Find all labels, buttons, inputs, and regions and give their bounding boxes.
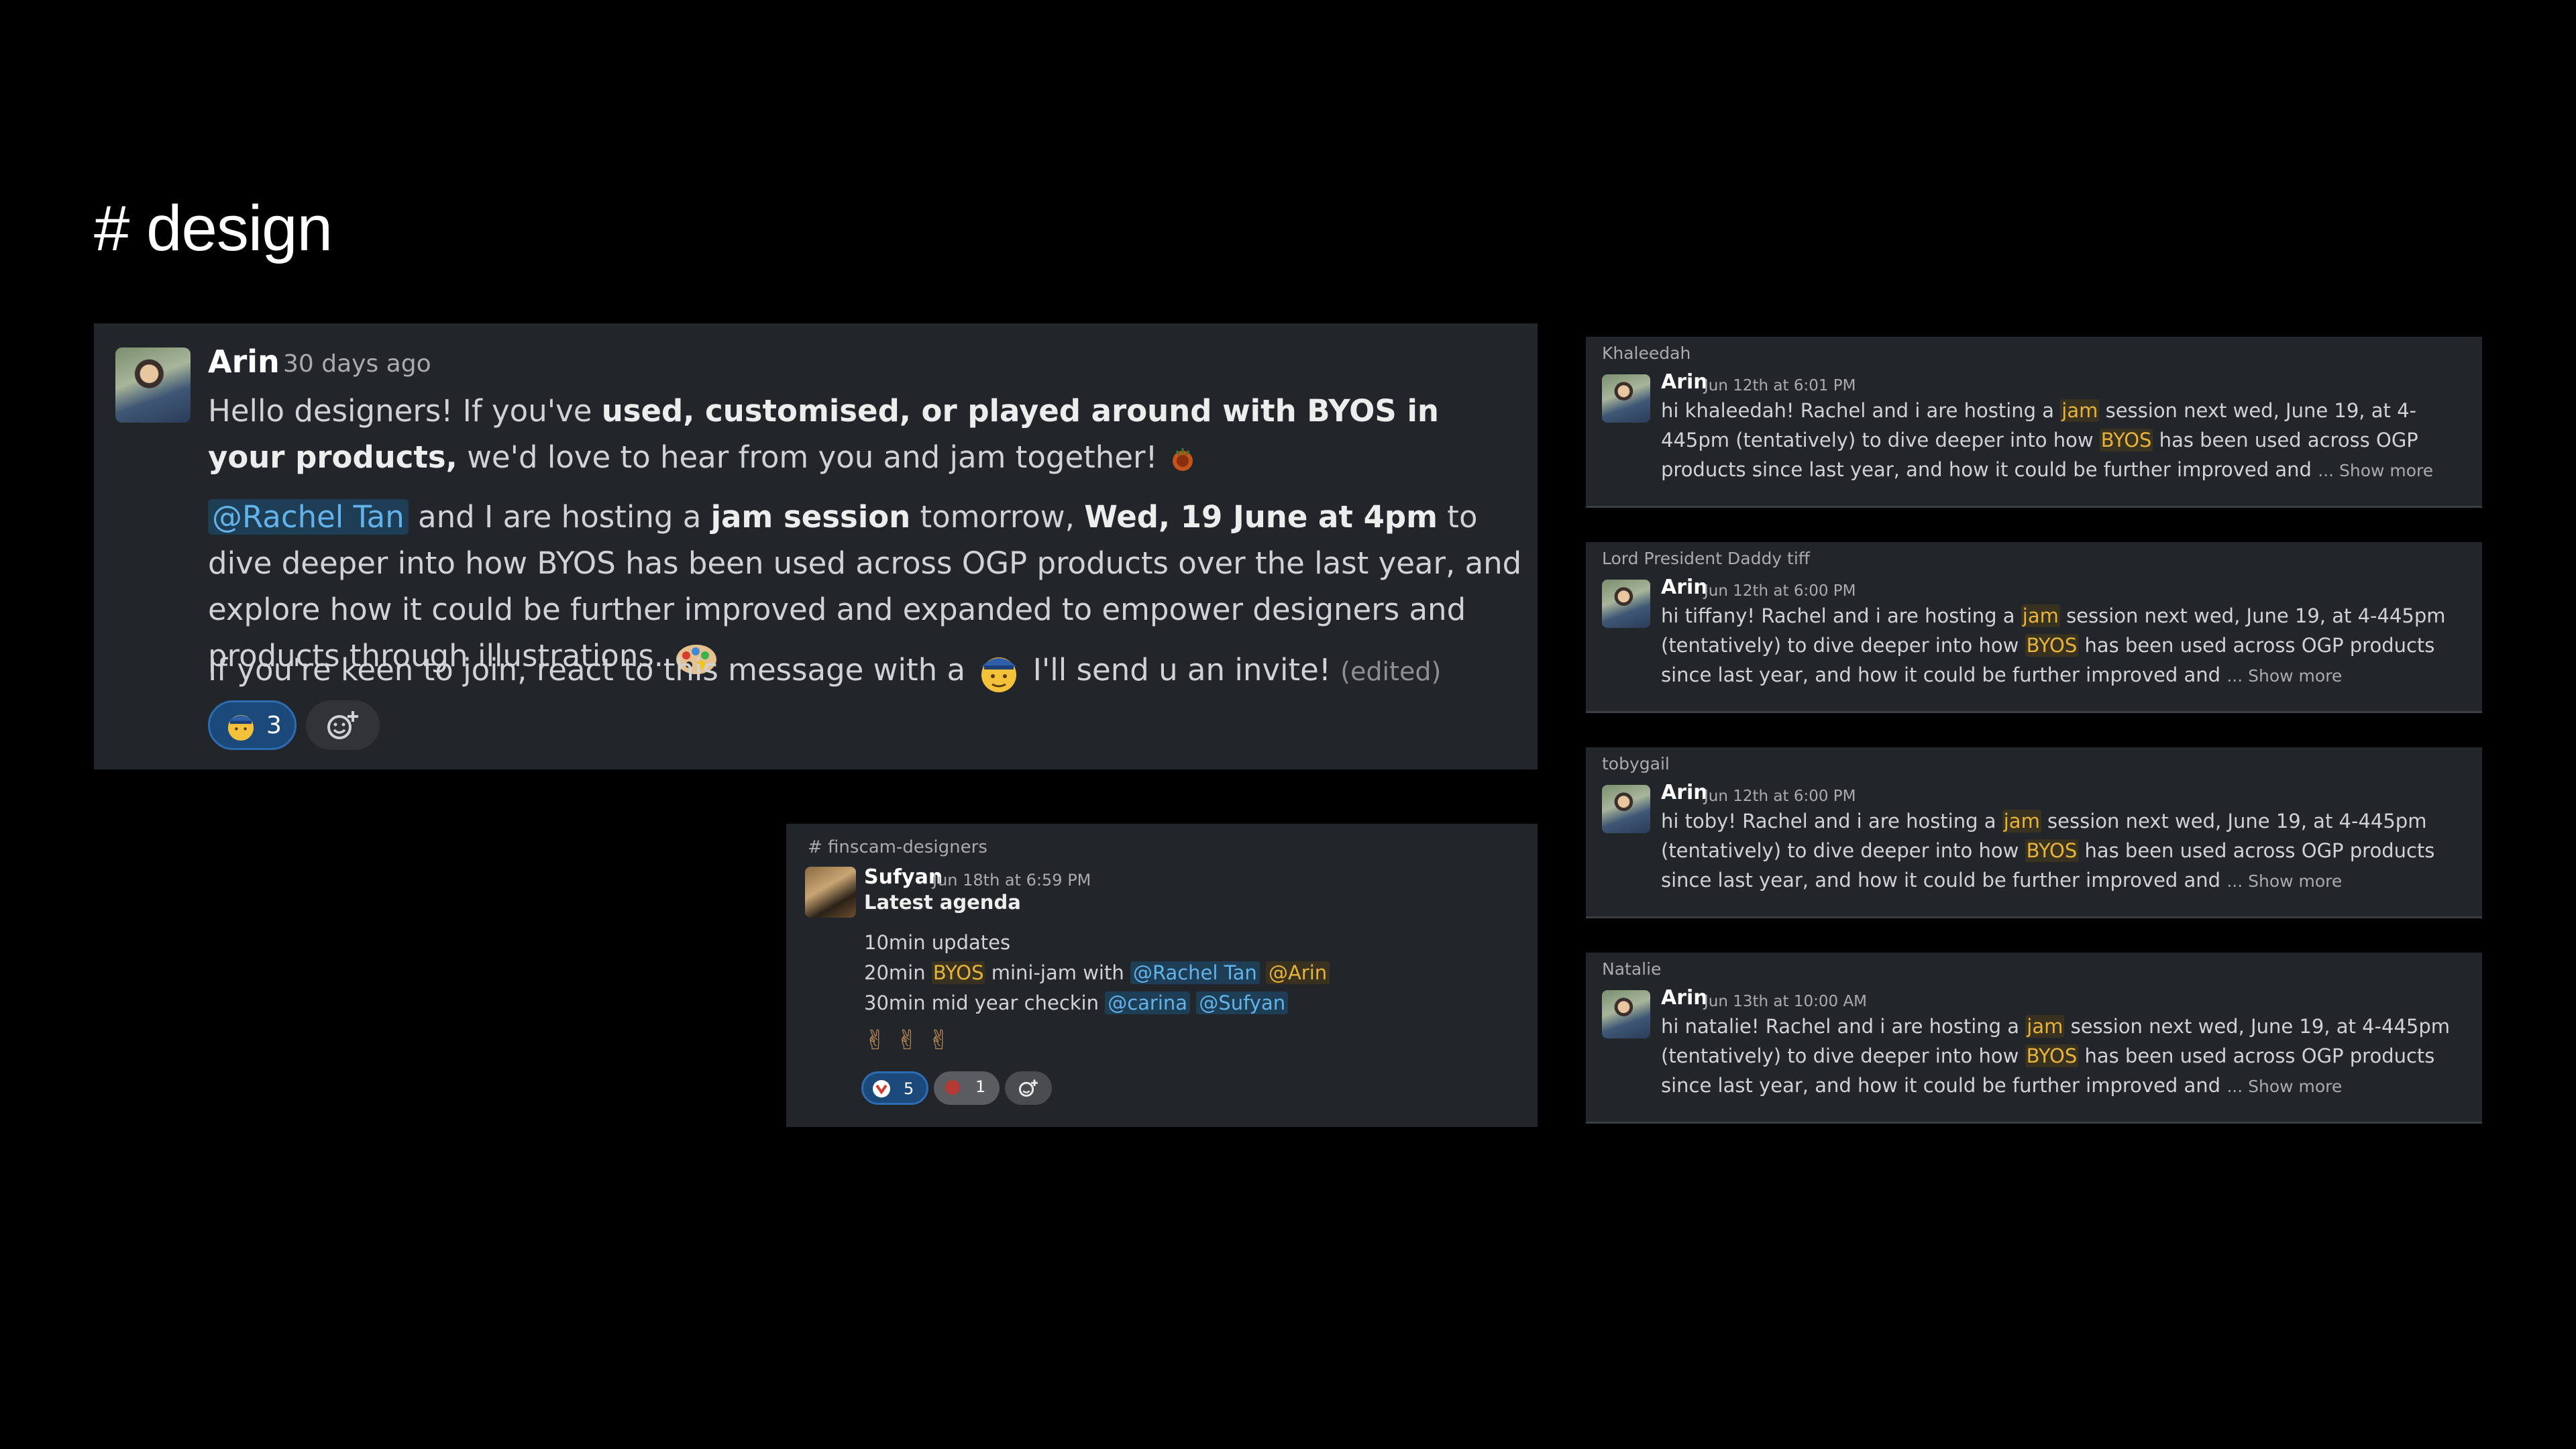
dm-message: hi toby! Rachel and i are hosting a jam … (1661, 810, 2435, 892)
main-message-card: Arin 30 days ago Hello designers! If you… (94, 323, 1538, 769)
show-more-link[interactable]: ... Show more (2318, 461, 2433, 480)
show-more-link[interactable]: ... Show more (2226, 871, 2342, 891)
agenda-line-3: 30min mid year checkin @carina @Sufyan (864, 991, 1289, 1014)
dm-recipient[interactable]: tobygail (1602, 754, 1670, 773)
avatar[interactable] (805, 867, 856, 918)
reaction-count: 1 (975, 1077, 986, 1096)
mention-rachel[interactable]: @Rachel Tan (208, 499, 409, 535)
timestamp[interactable]: 30 days ago (283, 350, 431, 378)
dm-card: Lord President Daddy tiff Arin Jun 12th … (1586, 542, 2482, 711)
timestamp[interactable]: Jun 12th at 6:00 PM (1704, 788, 1856, 805)
divider (1586, 916, 2482, 918)
jam-emoji-icon (1172, 448, 1193, 471)
dm-card: tobygail Arin Jun 12th at 6:00 PM hi tob… (1586, 747, 2482, 916)
dm-recipient[interactable]: Khaleedah (1602, 343, 1690, 363)
salute-face-emoji-icon (227, 714, 254, 741)
avatar[interactable] (1602, 374, 1650, 423)
divider (1586, 506, 2482, 508)
page-title: # design (94, 193, 333, 264)
add-reaction-button[interactable] (306, 700, 380, 750)
show-more-link[interactable]: ... Show more (2226, 1077, 2342, 1096)
reaction-salute[interactable]: 3 (208, 700, 297, 750)
timestamp[interactable]: Jun 12th at 6:01 PM (1704, 377, 1856, 394)
message-paragraph-3: If you're keen to join, react to this me… (208, 647, 1523, 695)
reaction-emoji-icon (945, 1080, 960, 1095)
dm-recipient[interactable]: Natalie (1602, 959, 1661, 979)
author-name[interactable]: Arin (1661, 781, 1708, 804)
highlight-byos: BYOS (931, 961, 985, 984)
author-name[interactable]: Arin (1661, 576, 1708, 599)
salute-face-emoji-icon (981, 657, 1017, 692)
divider (1586, 711, 2482, 713)
reaction-2[interactable]: 1 (934, 1071, 1000, 1105)
dm-message: hi natalie! Rachel and i are hosting a j… (1661, 1015, 2451, 1097)
avatar[interactable] (1602, 785, 1650, 833)
dm-recipient[interactable]: Lord President Daddy tiff (1602, 549, 1810, 568)
mention-carina[interactable]: @carina (1105, 991, 1191, 1014)
show-more-link[interactable]: ... Show more (2226, 666, 2342, 686)
author-name[interactable]: Arin (1661, 370, 1708, 394)
divider (1586, 1122, 2482, 1124)
dm-message: hi tiffany! Rachel and i are hosting a j… (1661, 604, 2446, 686)
avatar[interactable] (1602, 990, 1650, 1038)
mention-sufyan[interactable]: @Sufyan (1196, 991, 1289, 1014)
add-emoji-icon (1018, 1079, 1038, 1097)
message-paragraph-1: Hello designers! If you've used, customi… (208, 393, 1439, 475)
author-name[interactable]: Arin (1661, 986, 1708, 1010)
reaction-1[interactable]: 5 (861, 1071, 928, 1105)
agenda-heading: Latest agenda (864, 891, 1021, 914)
mention-rachel[interactable]: @Rachel Tan (1130, 961, 1260, 984)
dm-card: Natalie Arin Jun 13th at 10:00 AM hi nat… (1586, 953, 2482, 1122)
add-reaction-button[interactable] (1005, 1071, 1052, 1105)
author-name[interactable]: Arin (208, 343, 280, 380)
author-name[interactable]: Sufyan (864, 865, 943, 889)
channel-message-card: # finscam-designers Sufyan Jun 18th at 6… (786, 824, 1538, 1127)
avatar[interactable] (115, 347, 191, 423)
victory-hands: ✌✌✌ (864, 1025, 960, 1056)
avatar[interactable] (1602, 580, 1650, 628)
mention-arin[interactable]: @Arin (1265, 961, 1330, 984)
reaction-count: 3 (266, 712, 282, 739)
timestamp[interactable]: Jun 13th at 10:00 AM (1704, 993, 1867, 1010)
edited-label: (edited) (1340, 657, 1442, 686)
dm-card: Khaleedah Arin Jun 12th at 6:01 PM hi kh… (1586, 337, 2482, 506)
reaction-count: 5 (904, 1079, 914, 1098)
reaction-emoji-icon (873, 1080, 890, 1097)
add-emoji-icon (327, 711, 358, 739)
timestamp[interactable]: Jun 12th at 6:00 PM (1704, 582, 1856, 600)
agenda-line-2: 20min BYOS mini-jam with @Rachel Tan @Ar… (864, 961, 1330, 984)
agenda-line-1: 10min updates (864, 931, 1011, 954)
timestamp[interactable]: Jun 18th at 6:59 PM (932, 871, 1091, 890)
dm-message: hi khaleedah! Rachel and i are hosting a… (1661, 399, 2434, 481)
channel-name[interactable]: # finscam-designers (808, 837, 987, 857)
